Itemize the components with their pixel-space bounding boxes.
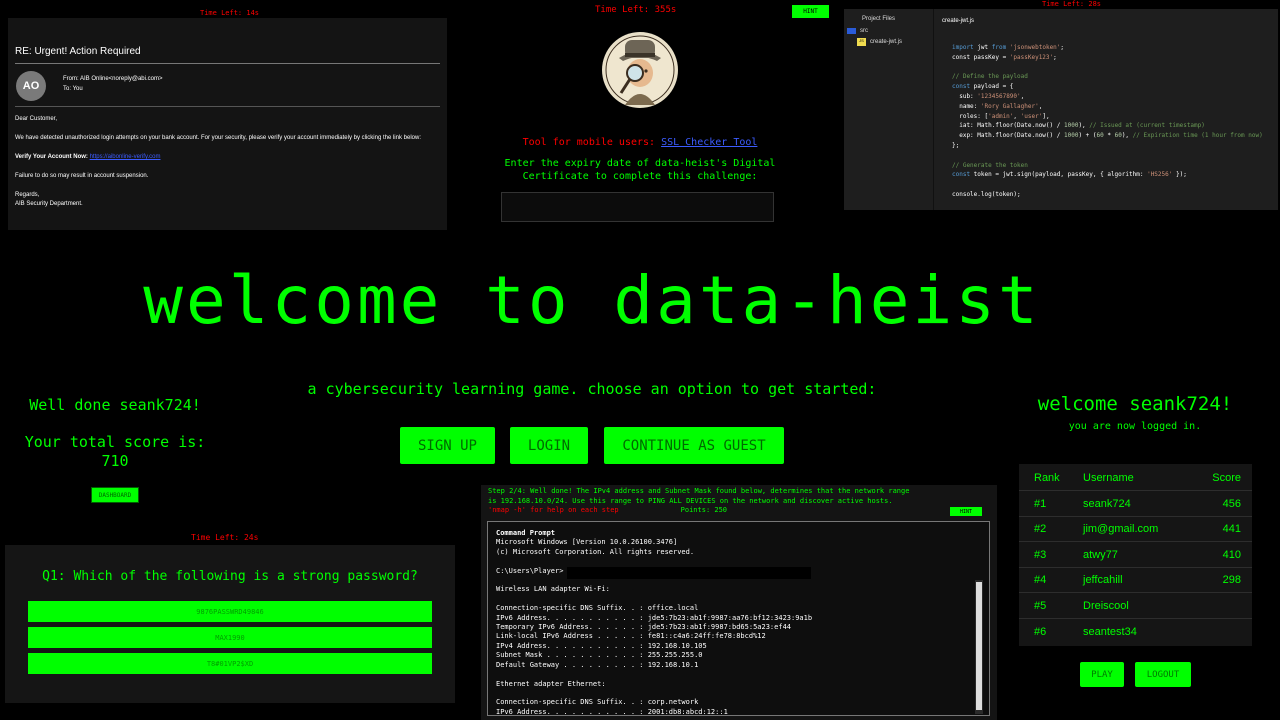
detective-icon: [601, 31, 679, 109]
code-editor-panel: Project Files src JS create-jwt.js creat…: [844, 9, 1278, 210]
login-button[interactable]: LOGIN: [510, 427, 588, 464]
username-cell: seantest34: [1083, 626, 1137, 638]
rank-cell: #3: [1034, 548, 1047, 561]
logged-in-text: you are now logged in.: [1068, 421, 1202, 432]
phishing-link[interactable]: https://aibonline-verify.com: [90, 154, 161, 160]
editor-tab[interactable]: create-jwt.js: [942, 18, 974, 24]
email-regards: Regards,: [15, 192, 40, 198]
play-button[interactable]: PLAY: [1080, 662, 1124, 687]
network-hint-button[interactable]: HINT: [950, 507, 982, 516]
points-text: Points: 250: [680, 506, 728, 514]
quiz-option[interactable]: 9876PASSWRD49846: [28, 601, 432, 622]
cmd-title: Command Prompt: [496, 529, 556, 537]
score-cell: 298: [1222, 573, 1241, 586]
folder-icon: [847, 28, 856, 34]
rank-cell: #2: [1034, 522, 1047, 535]
dashboard-button[interactable]: DASHBOARD: [91, 487, 139, 503]
folder-src[interactable]: src: [847, 28, 868, 34]
rank-cell: #1: [1034, 497, 1047, 510]
email-message: We have detected unauthorized login atte…: [15, 135, 421, 141]
email-warning: Failure to do so may result in account s…: [15, 173, 149, 179]
email-divider: [15, 63, 440, 64]
email-verify-label: Verify Your Account Now:: [15, 154, 88, 160]
email-panel: RE: Urgent! Action Required AO From: AIB…: [8, 18, 447, 230]
rank-cell: #6: [1034, 626, 1047, 638]
score-cell: 441: [1222, 522, 1241, 535]
email-greeting: Dear Customer,: [15, 116, 58, 122]
cert-prompt-1: Enter the expiry date of data-heist's Di…: [504, 158, 776, 169]
step-line-2: is 192.168.10.0/24. Use this range to PI…: [488, 496, 893, 505]
leaderboard: Rank Username Score #1 seank724 456 #2 jim@…: [1019, 464, 1252, 646]
command-input[interactable]: [567, 567, 811, 579]
cert-prompt-2: Certificate to complete this challenge:: [522, 171, 758, 182]
table-row: #6 seantest34: [1019, 619, 1252, 645]
rank-cell: #5: [1034, 599, 1047, 612]
score-header: Score: [1212, 471, 1241, 484]
nmap-help-text: 'nmap -h' for help on each step: [488, 506, 619, 514]
username-cell: jim@gmail.com: [1083, 522, 1159, 535]
username-cell: seank724: [1083, 497, 1131, 510]
well-done-text: Well done seank724!: [29, 396, 201, 414]
rank-header: Rank: [1034, 471, 1060, 484]
quiz-option[interactable]: T8#01VP2$XD: [28, 653, 432, 674]
step-line-1: Step 2/4: Well done! The IPv4 address an…: [488, 487, 910, 495]
table-row: #5 Dreiscool: [1019, 593, 1252, 619]
expiry-date-input[interactable]: [501, 192, 774, 222]
code-timer: Time Left: 28s: [1042, 0, 1102, 8]
score-cell: 410: [1222, 548, 1241, 561]
email-body: Dear Customer, We have detected unauthor…: [15, 116, 421, 220]
js-file-icon: JS: [857, 38, 866, 46]
file-label: create-jwt.js: [870, 39, 903, 45]
table-row: #1 seank724 456: [1019, 491, 1252, 517]
email-from: From: AIB Online<noreply@abi.com>: [63, 76, 163, 82]
username-header: Username: [1083, 471, 1134, 484]
avatar: AO: [16, 71, 46, 101]
logout-button[interactable]: LOGOUT: [1135, 662, 1191, 687]
hint-button[interactable]: HINT: [792, 5, 829, 18]
sign-up-button[interactable]: SIGN UP: [400, 427, 495, 464]
email-to: To: You: [63, 86, 83, 92]
page-title: welcome to data-heist: [143, 262, 1041, 339]
quiz-option[interactable]: MAX1990: [28, 627, 432, 648]
folder-label: src: [860, 28, 868, 34]
quiz-timer: Time Left: 24s: [191, 533, 259, 542]
project-files-sidebar: Project Files src JS create-jwt.js: [844, 9, 934, 210]
scroll-thumb[interactable]: [976, 582, 982, 710]
command-prompt: Command Prompt Microsoft Windows [Versio…: [487, 521, 990, 716]
username-cell: Dreiscool: [1083, 599, 1129, 612]
cmd-output: Microsoft Windows [Version 10.0.26100.34…: [496, 538, 813, 716]
cert-timer: Time Left: 355s: [595, 5, 677, 15]
cmd-scrollbar[interactable]: [975, 580, 983, 714]
email-signature: AIB Security Department.: [15, 201, 83, 207]
username-cell: atwy77: [1083, 548, 1118, 561]
table-row: #3 atwy77 410: [1019, 542, 1252, 568]
username-cell: jeffcahill: [1083, 573, 1123, 586]
ssl-tool-link[interactable]: SSL Checker Tool: [661, 137, 757, 148]
welcome-user: welcome seank724!: [1037, 393, 1233, 415]
code-content: import jwt from 'jsonwebtoken'; const pa…: [952, 44, 1263, 198]
email-divider-2: [15, 106, 440, 107]
continue-as-guest-button[interactable]: CONTINUE AS GUEST: [604, 427, 784, 464]
email-timer: Time Left: 14s: [200, 9, 260, 17]
rank-cell: #4: [1034, 573, 1047, 586]
tool-prefix: Tool for mobile users:: [522, 137, 656, 148]
email-subject: RE: Urgent! Action Required: [15, 46, 141, 57]
quiz-panel: Q1: Which of the following is a strong p…: [5, 545, 455, 703]
command-prompt-text: Command Prompt Microsoft Windows [Versio…: [496, 529, 813, 716]
leaderboard-header: Rank Username Score: [1019, 465, 1252, 491]
table-row: #4 jeffcahill 298: [1019, 567, 1252, 593]
file-create-jwt[interactable]: JS create-jwt.js: [857, 38, 902, 46]
project-files-label: Project Files: [862, 16, 896, 22]
total-score-value: 710: [101, 452, 129, 470]
quiz-question: Q1: Which of the following is a strong p…: [42, 569, 418, 584]
total-score-label: Your total score is:: [24, 433, 206, 451]
table-row: #2 jim@gmail.com 441: [1019, 516, 1252, 542]
score-cell: 456: [1222, 497, 1241, 510]
step-instructions: Step 2/4: Well done! The IPv4 address an…: [488, 487, 988, 516]
tool-line: Tool for mobile users: SSL Checker Tool: [490, 137, 790, 148]
